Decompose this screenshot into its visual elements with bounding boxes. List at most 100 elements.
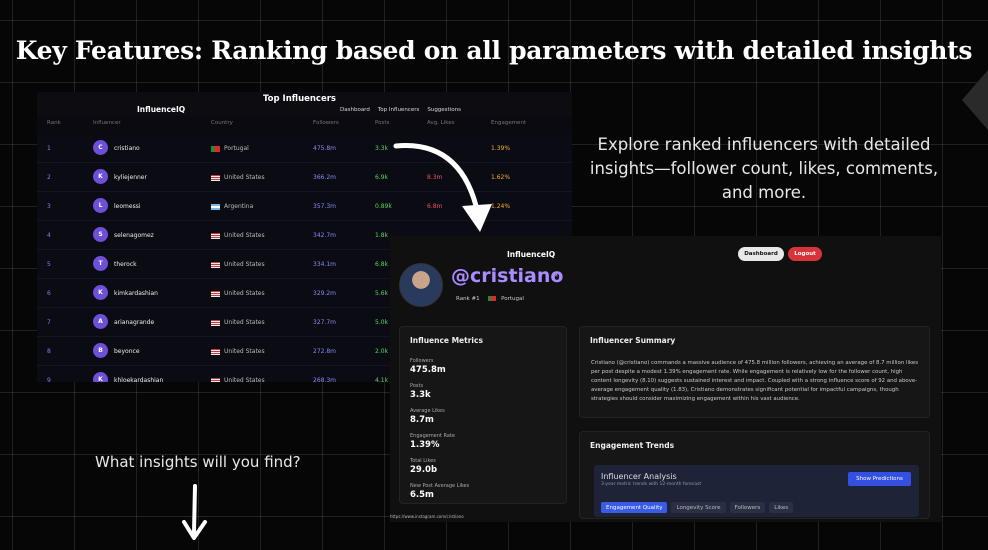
followers-cell: 366.2m — [313, 174, 337, 181]
posts-cell: 1.8k — [375, 232, 389, 239]
country-cell: United States — [224, 232, 265, 239]
rank-cell: 5 — [47, 261, 51, 268]
avatar: K — [93, 169, 108, 184]
ranking-title: Top Influencers — [263, 94, 336, 104]
posts-cell: 0.89k — [375, 203, 392, 210]
country-flag-icon — [211, 262, 220, 268]
engagement-trends-card: Engagement Trends Influencer Analysis 3-… — [579, 431, 930, 519]
followers-cell: 268.3m — [313, 377, 337, 382]
col-influencer: Influencer — [93, 120, 121, 126]
explore-description: Explore ranked influencers with detailed… — [589, 135, 939, 202]
metric-value: 3.3k — [410, 390, 431, 400]
summary-text: Cristiano (@cristiano) commands a massiv… — [591, 360, 919, 402]
country-flag-icon — [211, 378, 220, 382]
influencer-analysis-panel: Influencer Analysis 3-year metric trends… — [594, 465, 919, 517]
metrics-title: Influence Metrics — [410, 336, 483, 345]
tab-followers[interactable]: Followers — [729, 502, 766, 513]
ranking-nav: Dashboard Top Influencers Suggestions — [340, 107, 461, 113]
summary-title: Influencer Summary — [590, 336, 676, 345]
avatar: A — [93, 314, 108, 329]
profile-screenshot: InfluenceIQ Dashboard Logout @cristiano … — [390, 236, 941, 522]
dashboard-button[interactable]: Dashboard — [738, 247, 784, 261]
tab-engagement-quality[interactable]: Engagement Quality — [601, 502, 668, 513]
influencer-name[interactable]: beyonce — [114, 348, 140, 355]
rank-cell: 2 — [47, 174, 51, 181]
posts-cell: 3.3k — [375, 145, 389, 152]
influencer-name[interactable]: kyliejenner — [114, 174, 147, 181]
country-cell: United States — [224, 290, 265, 297]
posts-cell: 6.9k — [375, 174, 389, 181]
col-posts: Posts — [375, 120, 390, 126]
metric-tabs: Engagement Quality Longevity Score Follo… — [601, 502, 794, 513]
country-cell: United States — [224, 261, 265, 268]
avatar — [399, 263, 443, 307]
rank-cell: 4 — [47, 232, 51, 239]
avatar: S — [93, 227, 108, 242]
country-flag-icon — [211, 146, 220, 152]
metric-label: Total Likes — [410, 458, 436, 464]
metric-value: 29.0b — [410, 465, 438, 475]
metric-value: 6.5m — [410, 490, 434, 500]
portugal-flag-icon — [488, 296, 497, 301]
posts-cell: 6.8k — [375, 261, 389, 268]
col-country: Country — [211, 120, 233, 126]
country-flag-icon — [211, 204, 220, 210]
ranking-topbar: Top Influencers InfluenceIQ Dashboard To… — [37, 92, 572, 116]
logout-button[interactable]: Logout — [788, 247, 822, 261]
influencer-name[interactable]: therock — [114, 261, 137, 268]
avatar: K — [93, 285, 108, 300]
avatar: T — [93, 256, 108, 271]
country-flag-icon — [211, 349, 220, 355]
rank-cell: 8 — [47, 348, 51, 355]
influencer-name[interactable]: leomessi — [114, 203, 140, 210]
col-followers: Followers — [313, 120, 339, 126]
profile-handle[interactable]: @cristiano — [451, 265, 563, 287]
avatar: K — [93, 372, 108, 382]
followers-cell: 357.3m — [313, 203, 337, 210]
show-predictions-button[interactable]: Show Predictions — [848, 472, 911, 486]
country-cell: United States — [224, 348, 265, 355]
followers-cell: 334.1m — [313, 261, 337, 268]
tab-longevity-score[interactable]: Longevity Score — [671, 502, 726, 513]
country-flag-icon — [211, 233, 220, 239]
analysis-title: Influencer Analysis — [601, 472, 677, 481]
nav-top-influencers[interactable]: Top Influencers — [378, 107, 420, 113]
influencer-name[interactable]: khloekardashian — [114, 377, 163, 382]
avatar: L — [93, 198, 108, 213]
status-url: https://www.instagram.com/cristiano — [390, 514, 464, 519]
metric-value: 1.39% — [410, 440, 440, 450]
nav-dashboard[interactable]: Dashboard — [340, 107, 370, 113]
posts-cell: 2.0k — [375, 348, 389, 355]
metric-label: Posts — [410, 383, 424, 389]
country-flag-icon — [211, 320, 220, 326]
influencer-name[interactable]: arianagrande — [114, 319, 154, 326]
country-cell: Portugal — [224, 145, 249, 152]
followers-cell: 327.7m — [313, 319, 337, 326]
tab-likes[interactable]: Likes — [769, 502, 794, 513]
rank-cell: 3 — [47, 203, 51, 210]
ranking-brand[interactable]: InfluenceIQ — [137, 105, 185, 114]
external-link-icon[interactable]: ↗ — [551, 272, 559, 282]
headline: Key Features: Ranking based on all param… — [15, 36, 973, 65]
insights-question: What insights will you find? — [95, 453, 301, 471]
profile-brand[interactable]: InfluenceIQ — [507, 250, 555, 259]
metric-label: New Post Average Likes — [410, 483, 470, 489]
influencer-name[interactable]: selenagomez — [114, 232, 154, 239]
influencer-name[interactable]: cristiano — [114, 145, 140, 152]
followers-cell: 475.8m — [313, 145, 337, 152]
nav-suggestions[interactable]: Suggestions — [427, 107, 461, 113]
country-flag-icon — [211, 175, 220, 181]
followers-cell: 342.7m — [313, 232, 337, 239]
avatar: B — [93, 343, 108, 358]
country-cell: United States — [224, 319, 265, 326]
posts-cell: 5.0k — [375, 319, 389, 326]
col-rank: Rank — [47, 120, 61, 126]
country-cell: United States — [224, 377, 265, 382]
rank-cell: 9 — [47, 377, 51, 382]
influencer-name[interactable]: kimkardashian — [114, 290, 158, 297]
country-flag-icon — [211, 291, 220, 297]
rank-cell: 7 — [47, 319, 51, 326]
rank-line: Rank #1 Portugal — [456, 296, 524, 302]
followers-cell: 329.2m — [313, 290, 337, 297]
corner-decoration — [962, 70, 988, 130]
